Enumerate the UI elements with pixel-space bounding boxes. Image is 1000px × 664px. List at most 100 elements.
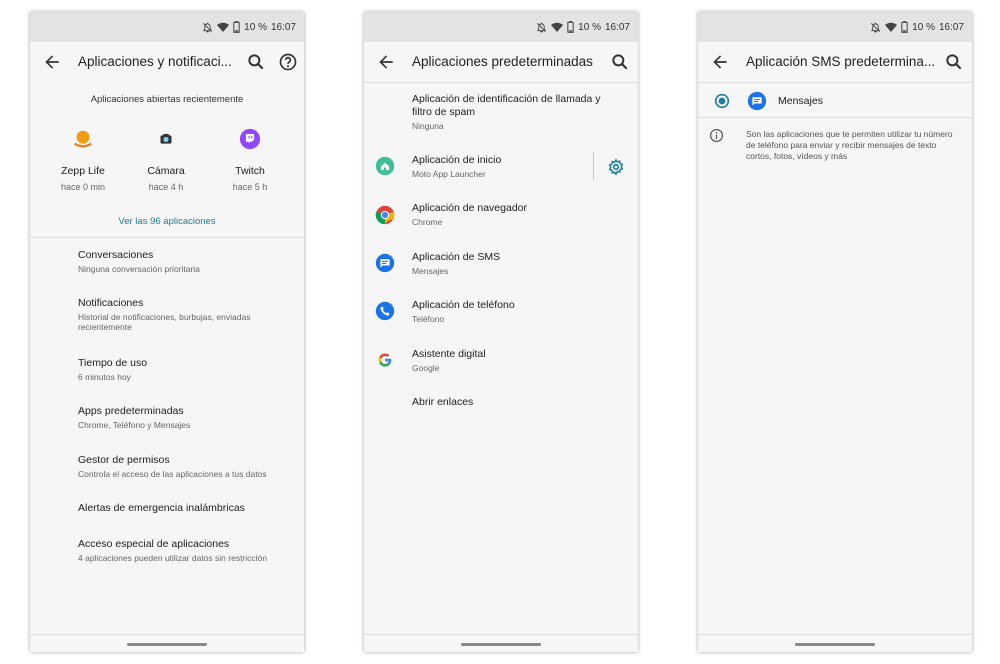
help-icon[interactable] — [278, 52, 298, 72]
wifi-icon — [217, 22, 230, 32]
phone-icon — [375, 301, 395, 321]
item-title: Notificaciones — [78, 297, 144, 309]
back-arrow-icon[interactable] — [42, 52, 62, 72]
wifi-icon — [551, 22, 564, 32]
recent-app-twitch[interactable]: Twitch hace 5 h — [205, 128, 295, 192]
back-arrow-icon[interactable] — [710, 52, 730, 72]
status-bar: 10 % 16:07 — [698, 12, 972, 42]
item-subtitle: Controla el acceso de las aplicaciones a… — [78, 469, 267, 479]
settings-item-screen-time[interactable]: Tiempo de uso 6 minutos hoy — [78, 357, 296, 382]
clock: 16:07 — [270, 21, 296, 33]
item-subtitle: Historial de notificaciones, burbujas, e… — [78, 312, 251, 332]
recent-app-name: Zepp Life — [61, 165, 105, 177]
settings-item-notifications[interactable]: Notificaciones Historial de notificacion… — [78, 297, 296, 332]
battery-level: 10 % — [912, 21, 935, 33]
page-title: Aplicaciones predeterminadas — [412, 54, 593, 69]
search-icon[interactable] — [246, 52, 266, 72]
phone-screen-default-apps: 10 % 16:07 Aplicaciones predeterminadas … — [364, 12, 638, 652]
messages-icon — [747, 91, 767, 111]
item-title: Apps predeterminadas — [78, 405, 184, 417]
item-subtitle: 4 aplicaciones pueden utilizar datos sin… — [78, 553, 267, 563]
recent-app-zepp-life[interactable]: Zepp Life hace 0 min — [38, 128, 128, 192]
item-title: Aplicación de identificación de llamada … — [412, 93, 601, 118]
default-app-browser[interactable]: Aplicación de navegador Chrome — [412, 202, 608, 227]
gear-icon[interactable] — [607, 158, 625, 176]
item-title: Conversaciones — [78, 249, 154, 261]
info-text: Son las aplicaciones que te permiten uti… — [746, 129, 953, 161]
divider — [698, 82, 972, 83]
divider — [364, 82, 638, 83]
item-subtitle: Ninguna — [412, 121, 444, 131]
clock: 16:07 — [604, 21, 630, 33]
default-app-open-links[interactable]: Abrir enlaces — [412, 396, 608, 409]
option-label: Mensajes — [778, 95, 823, 107]
item-title: Aplicación de teléfono — [412, 299, 515, 311]
battery-icon — [233, 21, 240, 33]
phone-screen-apps-notifications: 10 % 16:07 Aplicaciones y notificaci... … — [30, 12, 304, 652]
item-title: Acceso especial de aplicaciones — [78, 538, 230, 550]
back-arrow-icon[interactable] — [376, 52, 396, 72]
phone-screen-default-sms-app: 10 % 16:07 Aplicación SMS predetermina..… — [698, 12, 972, 652]
recent-app-camera[interactable]: Cámara hace 4 h — [121, 128, 211, 192]
home-app-icon — [375, 156, 395, 176]
zepp-life-icon — [74, 130, 92, 148]
gesture-nav-bar — [698, 634, 972, 652]
settings-item-emergency-alerts[interactable]: Alertas de emergencia inalámbricas — [78, 502, 296, 515]
info-icon — [709, 128, 724, 143]
app-bar: Aplicación SMS predetermina... — [698, 42, 972, 82]
default-app-caller-id-spam[interactable]: Aplicación de identificación de llamada … — [412, 93, 608, 131]
notifications-off-icon — [871, 22, 881, 33]
divider — [30, 237, 304, 238]
status-bar: 10 % 16:07 — [30, 12, 304, 42]
settings-item-special-access[interactable]: Acceso especial de aplicaciones 4 aplica… — [78, 538, 296, 563]
home-gesture-pill[interactable] — [795, 643, 875, 646]
recent-app-time: hace 4 h — [148, 182, 184, 192]
item-subtitle: Chrome — [412, 217, 443, 227]
item-subtitle: Teléfono — [412, 314, 445, 324]
home-gesture-pill[interactable] — [127, 643, 207, 646]
app-bar: Aplicaciones y notificaci... — [30, 42, 304, 82]
search-icon[interactable] — [944, 52, 964, 72]
settings-item-permission-manager[interactable]: Gestor de permisos Controla el acceso de… — [78, 454, 296, 479]
item-title: Alertas de emergencia inalámbricas — [78, 502, 245, 514]
default-app-digital-assistant[interactable]: Asistente digital Google — [412, 348, 608, 373]
item-subtitle: Google — [412, 363, 440, 373]
notifications-off-icon — [537, 22, 547, 33]
app-bar: Aplicaciones predeterminadas — [364, 42, 638, 82]
wifi-icon — [885, 22, 898, 32]
notifications-off-icon — [203, 22, 213, 33]
gesture-nav-bar — [364, 634, 638, 652]
recent-app-name: Cámara — [147, 165, 185, 177]
settings-item-conversations[interactable]: Conversaciones Ninguna conversación prio… — [78, 249, 296, 274]
chrome-icon — [375, 205, 395, 225]
battery-icon — [901, 21, 908, 33]
divider — [698, 117, 972, 118]
recent-app-name: Twitch — [235, 165, 265, 177]
search-icon[interactable] — [610, 52, 630, 72]
status-bar: 10 % 16:07 — [364, 12, 638, 42]
item-subtitle: Ninguna conversación prioritaria — [78, 264, 200, 274]
item-title: Aplicación de inicio — [412, 154, 502, 166]
item-subtitle: Moto App Launcher — [412, 169, 486, 179]
messages-icon — [375, 253, 395, 273]
twitch-icon — [239, 128, 261, 150]
default-app-phone[interactable]: Aplicación de teléfono Teléfono — [412, 299, 608, 324]
settings-item-default-apps[interactable]: Apps predeterminadas Chrome, Teléfono y … — [78, 405, 296, 430]
gesture-nav-bar — [30, 634, 304, 652]
radio-selected[interactable] — [714, 93, 730, 109]
battery-level: 10 % — [578, 21, 601, 33]
item-title: Tiempo de uso — [78, 357, 148, 369]
see-all-apps-link[interactable]: Ver las 96 aplicaciones — [30, 216, 304, 227]
item-title: Asistente digital — [412, 348, 486, 360]
clock: 16:07 — [938, 21, 964, 33]
item-title: Aplicación de navegador — [412, 202, 527, 214]
default-app-sms[interactable]: Aplicación de SMS Mensajes — [412, 251, 608, 276]
vertical-divider — [593, 152, 594, 180]
home-gesture-pill[interactable] — [461, 643, 541, 646]
item-title: Abrir enlaces — [412, 396, 474, 408]
recent-app-time: hace 0 min — [60, 182, 106, 192]
default-app-home[interactable]: Aplicación de inicio Moto App Launcher — [412, 154, 588, 179]
item-title: Aplicación de SMS — [412, 251, 501, 263]
item-subtitle: Mensajes — [412, 266, 449, 276]
sms-app-option-messages[interactable]: Mensajes — [698, 86, 972, 118]
